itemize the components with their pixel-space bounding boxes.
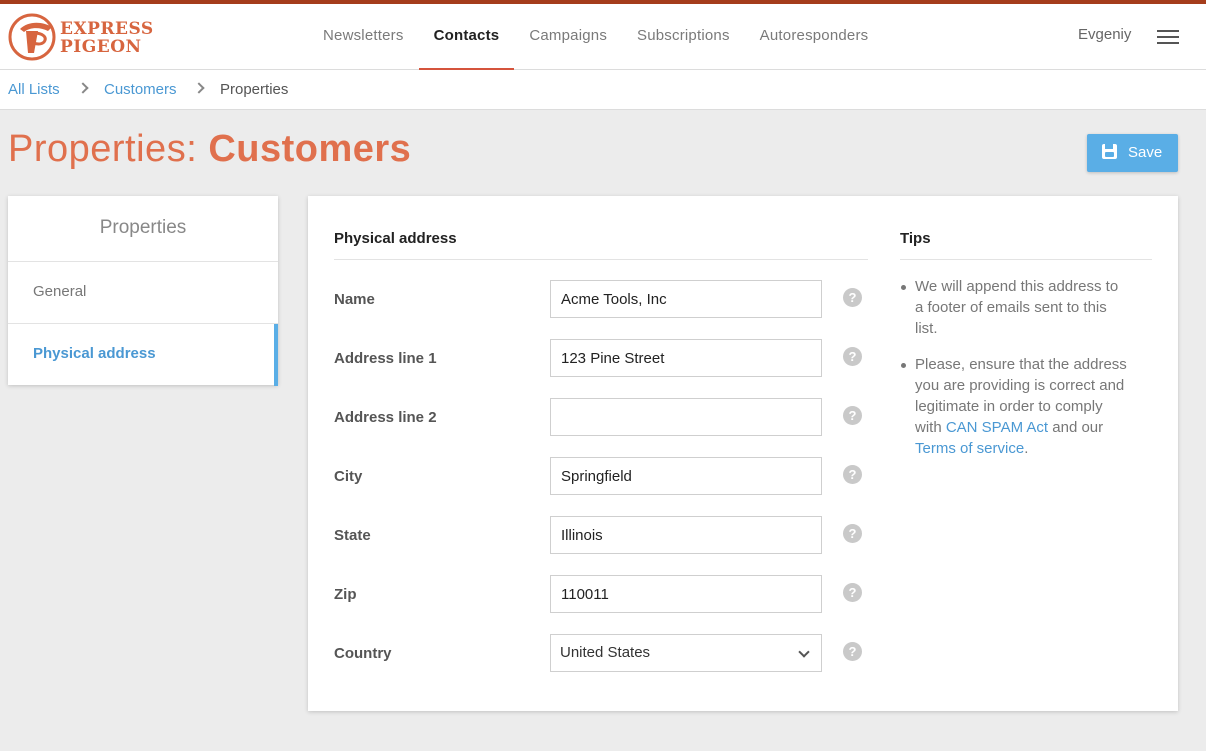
main-nav: Newsletters Contacts Campaigns Subscript… (308, 4, 884, 71)
chevron-down-icon (798, 646, 810, 658)
nav-autoresponders[interactable]: Autoresponders (745, 4, 884, 70)
help-icon[interactable]: ? (843, 347, 862, 366)
logo-text: EXPRESS PIGEON (60, 20, 154, 56)
page-title-prefix: Properties: (8, 128, 209, 170)
save-button[interactable]: Save (1087, 134, 1178, 172)
country-select-value: United States (560, 644, 651, 661)
city-input[interactable] (550, 457, 822, 495)
logo-line-1: EXPRESS (60, 19, 154, 39)
logo-line-2: PIGEON (60, 37, 142, 57)
properties-sidebar: Properties General Physical address (8, 196, 278, 386)
physical-address-card: Physical address Name ? Address line 1 ?… (308, 196, 1178, 711)
page-title-list-name: Customers (208, 128, 412, 170)
address-line-2-input[interactable] (550, 398, 822, 436)
tip-text: and our (1048, 419, 1104, 436)
tip-item: We will append this address to a footer … (900, 276, 1130, 339)
chevron-right-icon (77, 82, 89, 94)
help-icon[interactable]: ? (843, 583, 862, 602)
top-navbar: EXPRESS PIGEON Newsletters Contacts Camp… (0, 0, 1206, 71)
section-title: Physical address (334, 230, 868, 260)
help-icon[interactable]: ? (843, 406, 862, 425)
nav-newsletters[interactable]: Newsletters (308, 4, 419, 70)
tips-title: Tips (900, 230, 1152, 260)
zip-input[interactable] (550, 575, 822, 613)
city-label: City (334, 468, 363, 485)
address-line-2-label: Address line 2 (334, 409, 437, 426)
terms-of-service-link[interactable]: Terms of service (915, 440, 1024, 457)
can-spam-act-link[interactable]: CAN SPAM Act (946, 419, 1048, 436)
user-menu-name[interactable]: Evgeniy (1078, 26, 1131, 43)
country-label: Country (334, 645, 392, 662)
help-icon[interactable]: ? (843, 642, 862, 661)
express-pigeon-logo[interactable]: EXPRESS PIGEON (8, 11, 153, 63)
state-label: State (334, 527, 371, 544)
breadcrumb-properties: Properties (220, 81, 289, 98)
name-label: Name (334, 291, 375, 308)
tip-text: . (1024, 440, 1029, 457)
help-icon[interactable]: ? (843, 465, 862, 484)
chevron-right-icon (193, 82, 205, 94)
floppy-disk-icon (1102, 144, 1117, 159)
tip-item: Please, ensure that the address you are … (900, 354, 1130, 459)
tips-list: We will append this address to a footer … (900, 276, 1130, 474)
help-icon[interactable]: ? (843, 524, 862, 543)
address-line-1-input[interactable] (550, 339, 822, 377)
hamburger-icon[interactable] (1157, 30, 1179, 46)
name-input[interactable] (550, 280, 822, 318)
nav-contacts[interactable]: Contacts (418, 4, 515, 71)
state-input[interactable] (550, 516, 822, 554)
nav-subscriptions[interactable]: Subscriptions (622, 4, 745, 70)
page-title: Properties: Customers (8, 128, 411, 171)
save-button-label: Save (1128, 144, 1163, 161)
breadcrumb-customers[interactable]: Customers (104, 81, 177, 98)
country-select[interactable]: United States (550, 634, 822, 672)
nav-campaigns[interactable]: Campaigns (514, 4, 622, 70)
sidebar-heading: Properties (8, 196, 278, 262)
breadcrumb-all-lists[interactable]: All Lists (8, 81, 60, 98)
breadcrumb: All Lists Customers Properties (0, 70, 1206, 110)
sidebar-item-physical-address[interactable]: Physical address (8, 324, 278, 386)
zip-label: Zip (334, 586, 357, 603)
help-icon[interactable]: ? (843, 288, 862, 307)
sidebar-item-general[interactable]: General (8, 262, 278, 324)
address-line-1-label: Address line 1 (334, 350, 437, 367)
pigeon-logo-icon (8, 13, 56, 61)
